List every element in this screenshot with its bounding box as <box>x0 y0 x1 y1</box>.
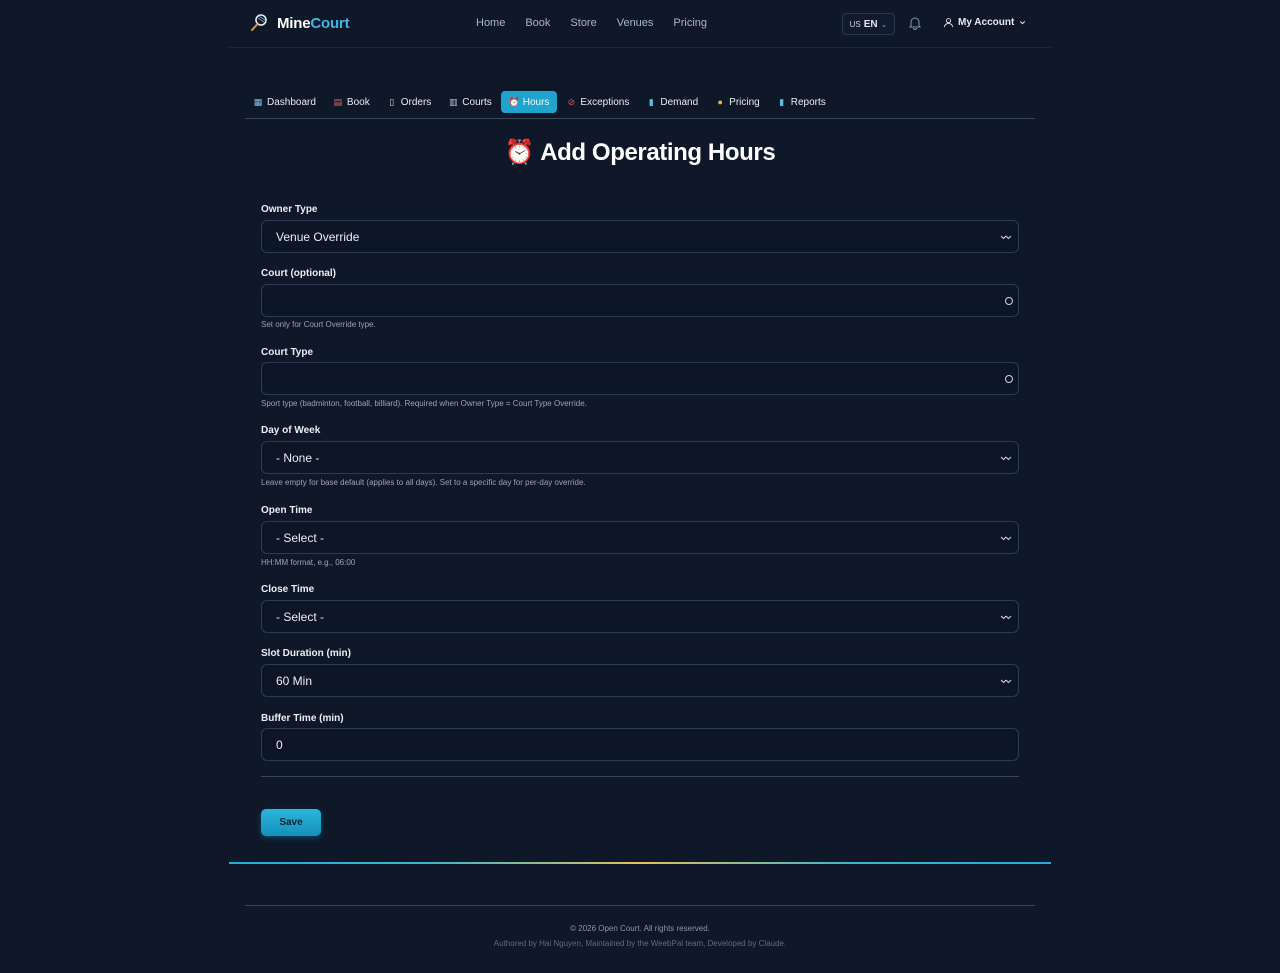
clipboard-icon: ▯ <box>389 96 395 107</box>
chevron-down-icon <box>1000 679 1012 684</box>
slot-duration-select[interactable]: 60 Min <box>261 664 1019 697</box>
tab-label: Reports <box>790 96 826 108</box>
nav-store[interactable]: Store <box>570 17 596 29</box>
footer-copyright: © 2026 Open Court. All rights reserved. <box>570 924 710 933</box>
money-bag-icon: ● <box>717 97 723 107</box>
day-of-week-label: Day of Week <box>261 425 321 436</box>
tab-orders[interactable]: ▯ Orders <box>379 91 440 113</box>
day-of-week-value: - None - <box>276 451 320 465</box>
language-code: EN <box>863 18 878 30</box>
account-menu[interactable]: My Account <box>943 17 1027 28</box>
tab-demand[interactable]: ▮ Demand <box>638 91 706 113</box>
buffer-time-input[interactable]: 0 <box>261 728 1019 761</box>
open-time-select[interactable]: - Select - <box>261 521 1019 554</box>
slot-duration-label: Slot Duration (min) <box>261 648 351 659</box>
language-selector[interactable]: US EN ⌄ <box>842 13 895 35</box>
flag-label: US <box>849 19 861 29</box>
tab-pricing[interactable]: ● Pricing <box>707 91 768 113</box>
nav-venues[interactable]: Venues <box>617 17 654 29</box>
tab-label: Book <box>346 96 370 108</box>
tab-exceptions[interactable]: ⊘ Exceptions <box>558 91 637 113</box>
autocomplete-circle-icon <box>1005 375 1013 383</box>
stadium-icon: ▥ <box>449 96 458 107</box>
close-time-select[interactable]: - Select - <box>261 600 1019 633</box>
form-divider <box>261 776 1019 777</box>
brand-logo[interactable]: MineCourt <box>249 13 350 33</box>
court-type-label: Court Type <box>261 347 314 358</box>
tab-label: Orders <box>400 96 432 108</box>
chevron-down-icon <box>1000 536 1012 541</box>
alarm-clock-icon: ⏰ <box>504 139 535 166</box>
court-type-help-text: Sport type (badminton, football, billiar… <box>261 399 587 408</box>
court-label: Court (optional) <box>261 268 336 279</box>
autocomplete-circle-icon <box>1005 297 1013 305</box>
day-of-week-help-text: Leave empty for base default (applies to… <box>261 478 586 487</box>
open-time-label: Open Time <box>261 505 313 516</box>
bar-chart-icon: ▮ <box>779 96 785 107</box>
tab-label: Dashboard <box>267 96 316 108</box>
tab-label: Pricing <box>729 96 760 108</box>
tab-label: Exceptions <box>580 96 630 108</box>
footer-accent-line <box>229 862 1051 864</box>
owner-type-select[interactable]: Venue Override <box>261 220 1019 253</box>
prohibited-icon: ⊘ <box>567 96 576 107</box>
nav-home[interactable]: Home <box>476 17 505 29</box>
court-autocomplete-input[interactable] <box>261 284 1019 317</box>
nav-pricing[interactable]: Pricing <box>673 17 707 29</box>
tab-dashboard[interactable]: ▦ Dashboard <box>245 91 324 113</box>
save-button[interactable]: Save <box>261 809 321 836</box>
chevron-down-icon <box>1020 21 1026 25</box>
tab-hours[interactable]: ⏰ Hours <box>500 91 558 113</box>
top-navbar: MineCourt Home Book Store Venues Pricing… <box>229 0 1051 48</box>
tab-courts[interactable]: ▥ Courts <box>440 91 499 113</box>
chevron-down-icon <box>1000 615 1012 620</box>
footer-divider <box>245 905 1035 906</box>
chevron-down-icon <box>1000 456 1012 461</box>
bell-icon[interactable] <box>908 16 922 30</box>
tab-label: Demand <box>660 96 699 108</box>
court-type-autocomplete-input[interactable] <box>261 362 1019 395</box>
open-time-help-text: HH:MM format, e.g., 06:00 <box>261 558 356 567</box>
chevron-down-icon: ⌄ <box>880 19 888 29</box>
close-time-value: - Select - <box>276 610 325 624</box>
buffer-time-value: 0 <box>276 738 283 752</box>
bar-chart-icon: ▮ <box>648 96 654 107</box>
page-title: ⏰ Add Operating Hours <box>0 138 1280 167</box>
account-label: My Account <box>958 17 1015 28</box>
nav-book[interactable]: Book <box>525 17 550 29</box>
owner-type-label: Owner Type <box>261 204 318 215</box>
brand-name: MineCourt <box>277 14 350 32</box>
page-title-text: Add Operating Hours <box>540 139 776 166</box>
court-help-text: Set only for Court Override type. <box>261 320 376 329</box>
admin-tabs: ▦ Dashboard ▤ Book ▯ Orders ▥ Courts ⏰ Hours … <box>245 91 1035 119</box>
close-time-label: Close Time <box>261 584 315 595</box>
open-time-value: - Select - <box>276 531 325 545</box>
alarm-clock-icon: ⏰ <box>508 96 520 107</box>
chevron-down-icon <box>1000 235 1012 240</box>
dashboard-icon: ▦ <box>253 96 263 107</box>
racket-icon <box>251 14 267 31</box>
owner-type-value: Venue Override <box>276 230 360 244</box>
footer-credits: Authored by Hai Nguyen, Maintained by th… <box>493 939 787 948</box>
day-of-week-select[interactable]: - None - <box>261 441 1019 474</box>
tab-label: Hours <box>522 96 550 108</box>
slot-duration-value: 60 Min <box>276 674 313 688</box>
tab-book[interactable]: ▤ Book <box>325 91 378 113</box>
user-icon <box>943 18 954 28</box>
buffer-time-label: Buffer Time (min) <box>261 713 344 724</box>
main-nav: Home Book Store Venues Pricing <box>476 17 727 29</box>
calendar-icon: ▤ <box>333 96 343 107</box>
tab-reports[interactable]: ▮ Reports <box>769 91 834 113</box>
tab-label: Courts <box>462 96 492 108</box>
